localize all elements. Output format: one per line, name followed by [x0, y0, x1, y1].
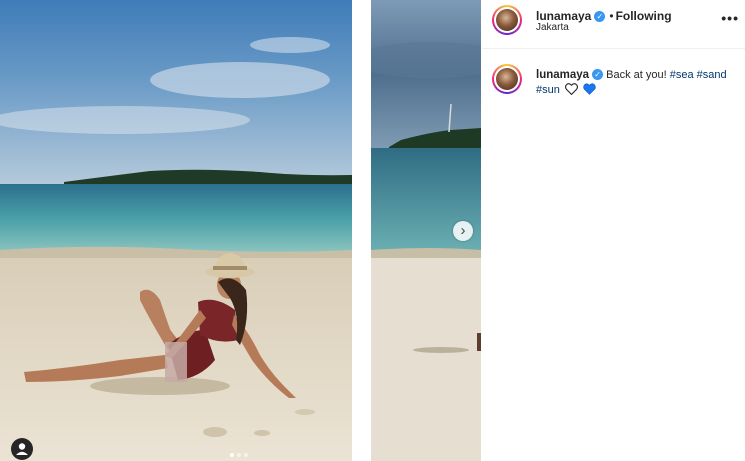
- location-link[interactable]: Jakarta: [536, 22, 569, 33]
- caption-avatar[interactable]: [492, 64, 522, 94]
- post-sidebar: lunamaya ✓ • Following Jakarta ••• lunamaya…: [482, 0, 745, 461]
- blue-heart-icon: [583, 83, 596, 95]
- following-button[interactable]: Following: [616, 9, 672, 23]
- caption-username[interactable]: lunamaya: [536, 69, 589, 81]
- caption-text: Back at you!: [606, 69, 667, 81]
- carousel-next-button[interactable]: ›: [453, 221, 473, 241]
- tagged-users-button[interactable]: [11, 438, 33, 460]
- post-caption: lunamaya ✓ Back at you! #sea #sand #sun: [536, 68, 736, 98]
- more-options-icon[interactable]: •••: [721, 10, 739, 26]
- beach-photo-main: [0, 0, 352, 461]
- carousel-dot: [230, 453, 234, 457]
- hashtag-link[interactable]: #sand: [697, 69, 727, 81]
- verified-badge-icon: ✓: [592, 69, 604, 80]
- verified-badge-icon: ✓: [594, 11, 606, 22]
- header-avatar[interactable]: [492, 5, 522, 35]
- header-separator: •: [609, 9, 614, 23]
- white-heart-icon: [564, 83, 578, 95]
- hashtag-link[interactable]: #sea: [670, 69, 694, 81]
- header-username[interactable]: lunamaya: [536, 9, 591, 23]
- carousel-dot: [244, 453, 248, 457]
- post-media-carousel[interactable]: ›: [0, 0, 481, 461]
- carousel-dot: [237, 453, 241, 457]
- post-header: lunamaya ✓ • Following Jakarta •••: [482, 0, 745, 49]
- carousel-indicator: [230, 453, 248, 457]
- user-tag-icon: [16, 443, 28, 455]
- hashtag-link[interactable]: #sun: [536, 84, 560, 96]
- carousel-gap: [352, 0, 371, 461]
